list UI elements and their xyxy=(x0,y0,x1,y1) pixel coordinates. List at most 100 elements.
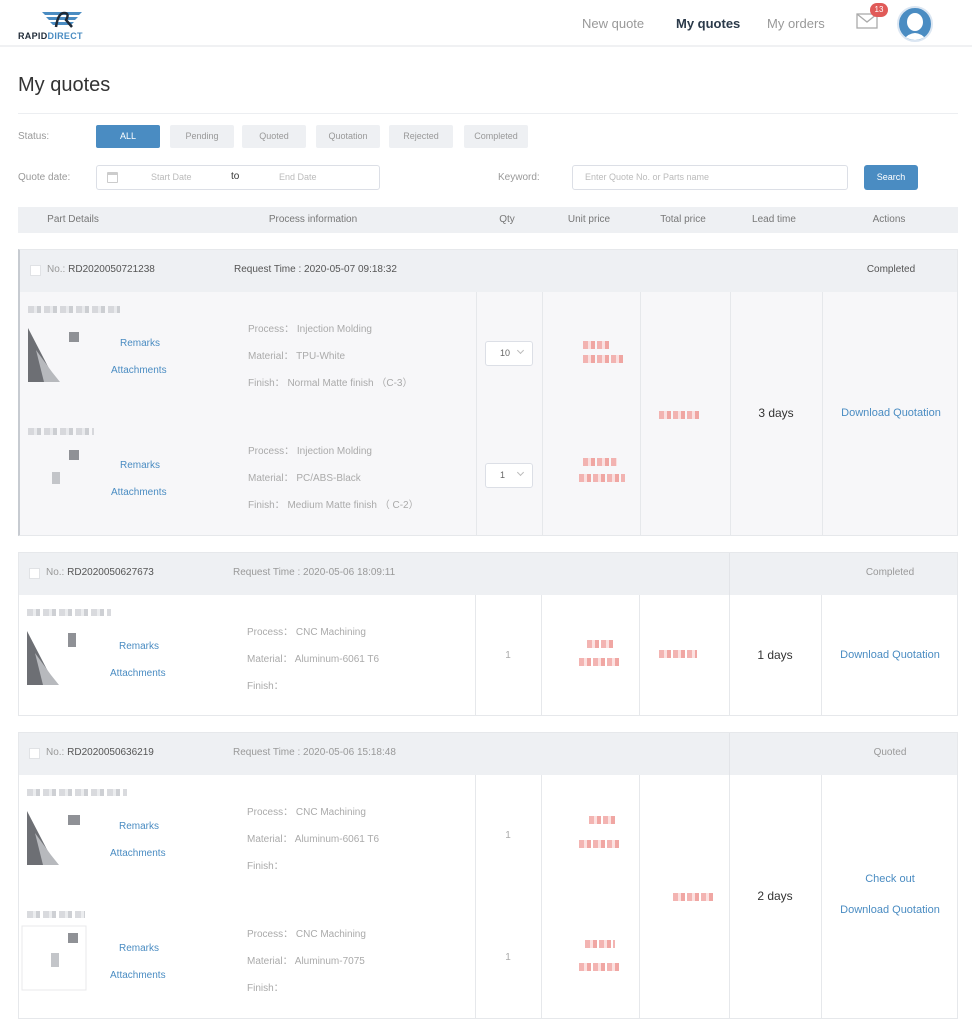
finish-info: Finish： Normal Matte finish （C-3） xyxy=(248,378,413,389)
status-filter-completed[interactable]: Completed xyxy=(464,125,528,148)
keyword-label: Keyword: xyxy=(498,172,540,183)
part-thumbnail[interactable] xyxy=(21,623,87,689)
divider xyxy=(18,113,958,114)
page-title: My quotes xyxy=(18,74,111,96)
status-filter-quotation[interactable]: Quotation xyxy=(316,125,380,148)
keyword-search-input[interactable]: Enter Quote No. or Parts name xyxy=(572,165,848,190)
unit-price-blurred xyxy=(579,658,619,666)
part-name-blurred xyxy=(27,609,111,616)
material-info: Material： PC/ABS-Black xyxy=(248,473,361,484)
nav-new-quote[interactable]: New quote xyxy=(582,16,644,31)
status-filter-rejected[interactable]: Rejected xyxy=(389,125,453,148)
finish-info: Finish： Medium Matte finish （ C-2） xyxy=(248,500,419,511)
part-row: Remarks Attachments Process： CNC Machini… xyxy=(19,595,475,716)
finish-info: Finish： xyxy=(247,681,284,692)
quote-number: No.: RD2020050636219 xyxy=(46,747,154,758)
unit-price-blurred xyxy=(579,840,619,848)
process-info: Process： CNC Machining xyxy=(247,929,366,940)
quote-group: No.: RD2020050636219 Request Time : 2020… xyxy=(18,732,958,1019)
col-process-information: Process information xyxy=(268,214,358,225)
finish-info: Finish： xyxy=(247,861,284,872)
col-qty: Qty xyxy=(499,214,515,225)
quote-group-header: No.: RD2020050636219 Request Time : 2020… xyxy=(19,733,957,775)
rapiddirect-logo[interactable]: RAPIDDIRECT xyxy=(18,9,118,41)
part-thumbnail[interactable] xyxy=(22,442,88,508)
part-thumbnail[interactable] xyxy=(22,320,88,386)
part-name-blurred xyxy=(27,789,127,796)
status-label: Status: xyxy=(18,131,50,142)
part-name-blurred xyxy=(28,306,120,313)
unit-price-blurred xyxy=(583,355,623,363)
quote-status: Completed xyxy=(866,264,916,275)
remarks-link[interactable]: Remarks xyxy=(120,338,160,349)
chevron-down-icon xyxy=(516,468,525,477)
lead-time: 3 days xyxy=(758,406,794,420)
attachments-link[interactable]: Attachments xyxy=(110,668,166,679)
top-navigation-bar: RAPIDDIRECT New quote My quotes My order… xyxy=(0,0,972,47)
download-quotation-link[interactable]: Download Quotation xyxy=(821,904,959,916)
process-info: Process： Injection Molding xyxy=(248,446,372,457)
unit-price-blurred xyxy=(579,474,625,482)
quote-status: Quoted xyxy=(873,747,907,758)
material-info: Material： Aluminum-7075 xyxy=(247,956,365,967)
unit-price-blurred xyxy=(579,963,619,971)
status-filter-all[interactable]: ALL xyxy=(96,125,160,148)
col-total-price: Total price xyxy=(660,214,706,225)
part-row: Remarks Attachments Process： Injection M… xyxy=(20,292,476,414)
part-row: Remarks Attachments Process： CNC Machini… xyxy=(19,775,475,897)
nav-my-quotes[interactable]: My quotes xyxy=(676,16,740,31)
process-info: Process： Injection Molding xyxy=(248,324,372,335)
download-quotation-link[interactable]: Download Quotation xyxy=(821,649,959,661)
qty-select[interactable]: 10 xyxy=(485,341,533,366)
remarks-link[interactable]: Remarks xyxy=(120,460,160,471)
part-thumbnail[interactable] xyxy=(21,925,87,991)
quote-group-header: No.: RD2020050721238 Request Time : 2020… xyxy=(20,250,957,292)
remarks-link[interactable]: Remarks xyxy=(119,821,159,832)
quote-checkbox[interactable] xyxy=(30,265,41,276)
unit-price-blurred xyxy=(583,458,617,466)
status-filter-quoted[interactable]: Quoted xyxy=(242,125,306,148)
attachments-link[interactable]: Attachments xyxy=(111,365,167,376)
material-info: Material： TPU-White xyxy=(248,351,346,362)
part-thumbnail[interactable] xyxy=(21,803,87,869)
total-price-blurred xyxy=(673,893,715,901)
search-button[interactable]: Search xyxy=(864,165,918,190)
attachments-link[interactable]: Attachments xyxy=(110,848,166,859)
attachments-link[interactable]: Attachments xyxy=(110,970,166,981)
remarks-link[interactable]: Remarks xyxy=(119,641,159,652)
quote-number: No.: RD2020050721238 xyxy=(47,264,155,275)
check-out-link[interactable]: Check out xyxy=(821,873,959,885)
attachments-link[interactable]: Attachments xyxy=(111,487,167,498)
part-row: Remarks Attachments Process： CNC Machini… xyxy=(19,897,475,1019)
quote-number: No.: RD2020050627673 xyxy=(46,567,154,578)
request-time: Request Time : 2020-05-06 18:09:11 xyxy=(233,567,396,578)
quote-group-body: Remarks Attachments Process： CNC Machini… xyxy=(19,595,957,716)
end-date-input[interactable]: End Date xyxy=(279,172,317,182)
remarks-link[interactable]: Remarks xyxy=(119,943,159,954)
date-to-label: to xyxy=(231,171,240,182)
quote-status: Completed xyxy=(865,567,915,578)
material-info: Material： Aluminum-6061 T6 xyxy=(247,654,380,665)
lead-time: 1 days xyxy=(757,648,793,662)
calendar-icon xyxy=(107,172,118,183)
col-lead-time: Lead time xyxy=(752,214,796,225)
quote-checkbox[interactable] xyxy=(29,748,40,759)
start-date-input[interactable]: Start Date xyxy=(151,172,192,182)
material-info: Material： Aluminum-6061 T6 xyxy=(247,834,380,845)
qty-select[interactable]: 1 xyxy=(485,463,533,488)
unit-price-blurred xyxy=(585,940,615,948)
status-filter-pending[interactable]: Pending xyxy=(170,125,234,148)
unit-price-blurred xyxy=(587,640,615,648)
quote-date-label: Quote date: xyxy=(18,172,71,183)
total-price-blurred xyxy=(659,650,697,658)
process-info: Process： CNC Machining xyxy=(247,627,366,638)
col-actions: Actions xyxy=(872,214,906,225)
download-quotation-link[interactable]: Download Quotation xyxy=(822,407,960,419)
qty-value: 1 xyxy=(505,952,511,963)
date-range-picker[interactable]: Start Date to End Date xyxy=(96,165,380,190)
user-avatar[interactable] xyxy=(897,6,933,42)
quote-checkbox[interactable] xyxy=(29,568,40,579)
request-time: Request Time : 2020-05-07 09:18:32 xyxy=(234,264,397,275)
request-time: Request Time : 2020-05-06 15:18:48 xyxy=(233,747,396,758)
nav-my-orders[interactable]: My orders xyxy=(767,16,825,31)
